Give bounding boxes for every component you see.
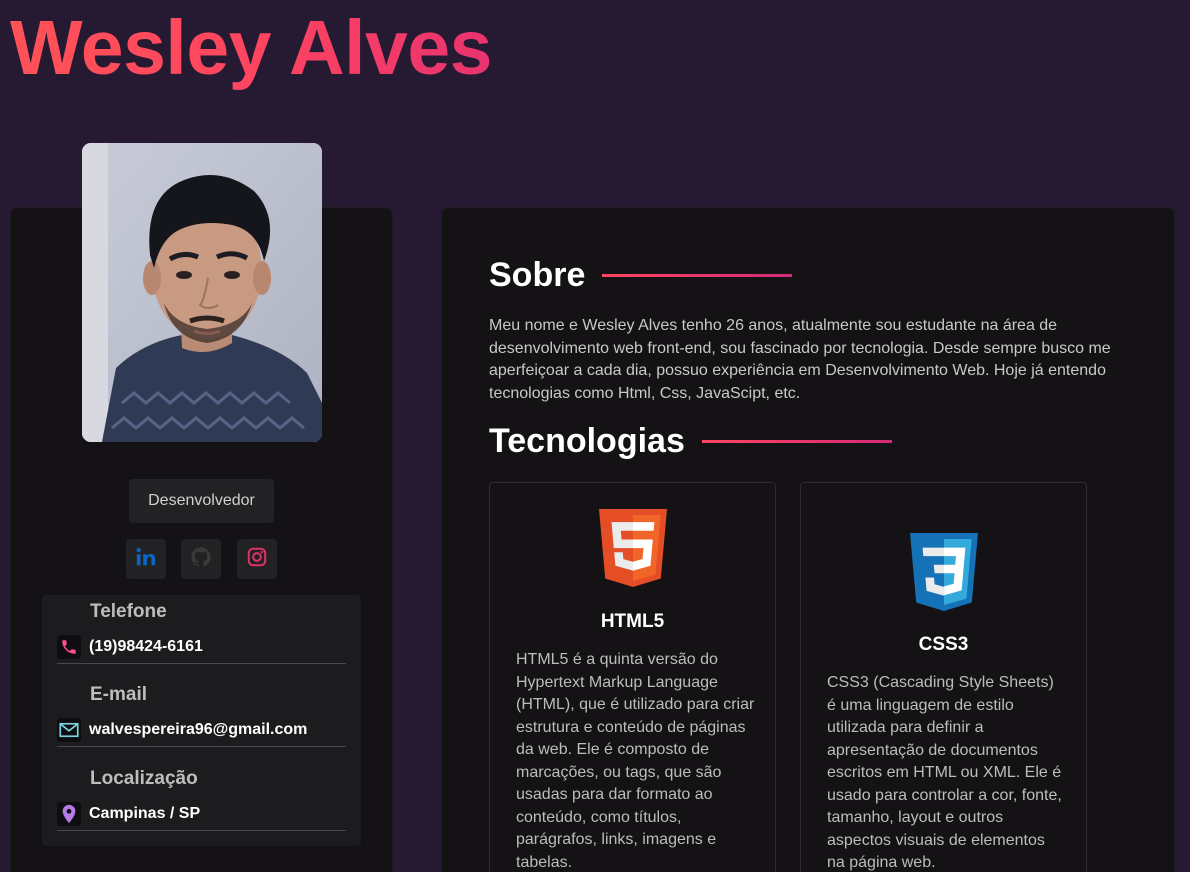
mail-icon: [57, 717, 81, 742]
instagram-icon: [246, 546, 268, 573]
role-button[interactable]: Desenvolvedor: [129, 479, 274, 523]
contact-box: Telefone (19)98424-6161 E-mail walvesper…: [42, 595, 361, 846]
tech-title: Tecnologias: [489, 422, 685, 460]
about-title-line: [602, 274, 793, 277]
html5-icon: [599, 509, 667, 592]
location-label: Localização: [90, 768, 198, 789]
page-title: Wesley Alves: [10, 5, 492, 91]
linkedin-button[interactable]: [126, 539, 166, 579]
phone-label: Telefone: [90, 601, 167, 622]
linkedin-icon: [135, 546, 157, 573]
location-value: Campinas / SP: [89, 804, 201, 822]
instagram-button[interactable]: [237, 539, 277, 579]
tech-title-line: [701, 440, 892, 443]
css3-icon: [910, 533, 978, 616]
email-row[interactable]: walvespereira96@gmail.com: [57, 713, 346, 747]
about-title: Sobre: [489, 256, 586, 294]
email-value: walvespereira96@gmail.com: [89, 720, 308, 738]
github-icon: [190, 546, 212, 573]
tech-name-html5: HTML5: [600, 611, 665, 632]
tech-card-css3: CSS3 CSS3 (Cascading Style Sheets) é uma…: [800, 482, 1087, 872]
tech-heading: Tecnologias: [489, 422, 892, 461]
email-label: E-mail: [90, 684, 148, 705]
location-pin-icon: [57, 801, 81, 826]
profile-photo: [82, 143, 322, 442]
location-row[interactable]: Campinas / SP: [57, 797, 346, 831]
tech-desc-html5: HTML5 é a quinta versão do Hypertext Mar…: [516, 651, 755, 871]
about-text: Meu nome e Wesley Alves tenho 26 anos, a…: [489, 317, 1111, 402]
tech-desc-css3: CSS3 (Cascading Style Sheets) é uma ling…: [827, 674, 1062, 871]
phone-value: (19)98424-6161: [89, 637, 203, 655]
github-button[interactable]: [181, 539, 221, 579]
about-heading: Sobre: [489, 256, 793, 295]
tech-card-html5: HTML5 HTML5 é a quinta versão do Hyperte…: [489, 482, 776, 872]
phone-row[interactable]: (19)98424-6161: [57, 630, 346, 664]
phone-icon: [57, 634, 81, 659]
tech-name-css3: CSS3: [918, 634, 969, 655]
